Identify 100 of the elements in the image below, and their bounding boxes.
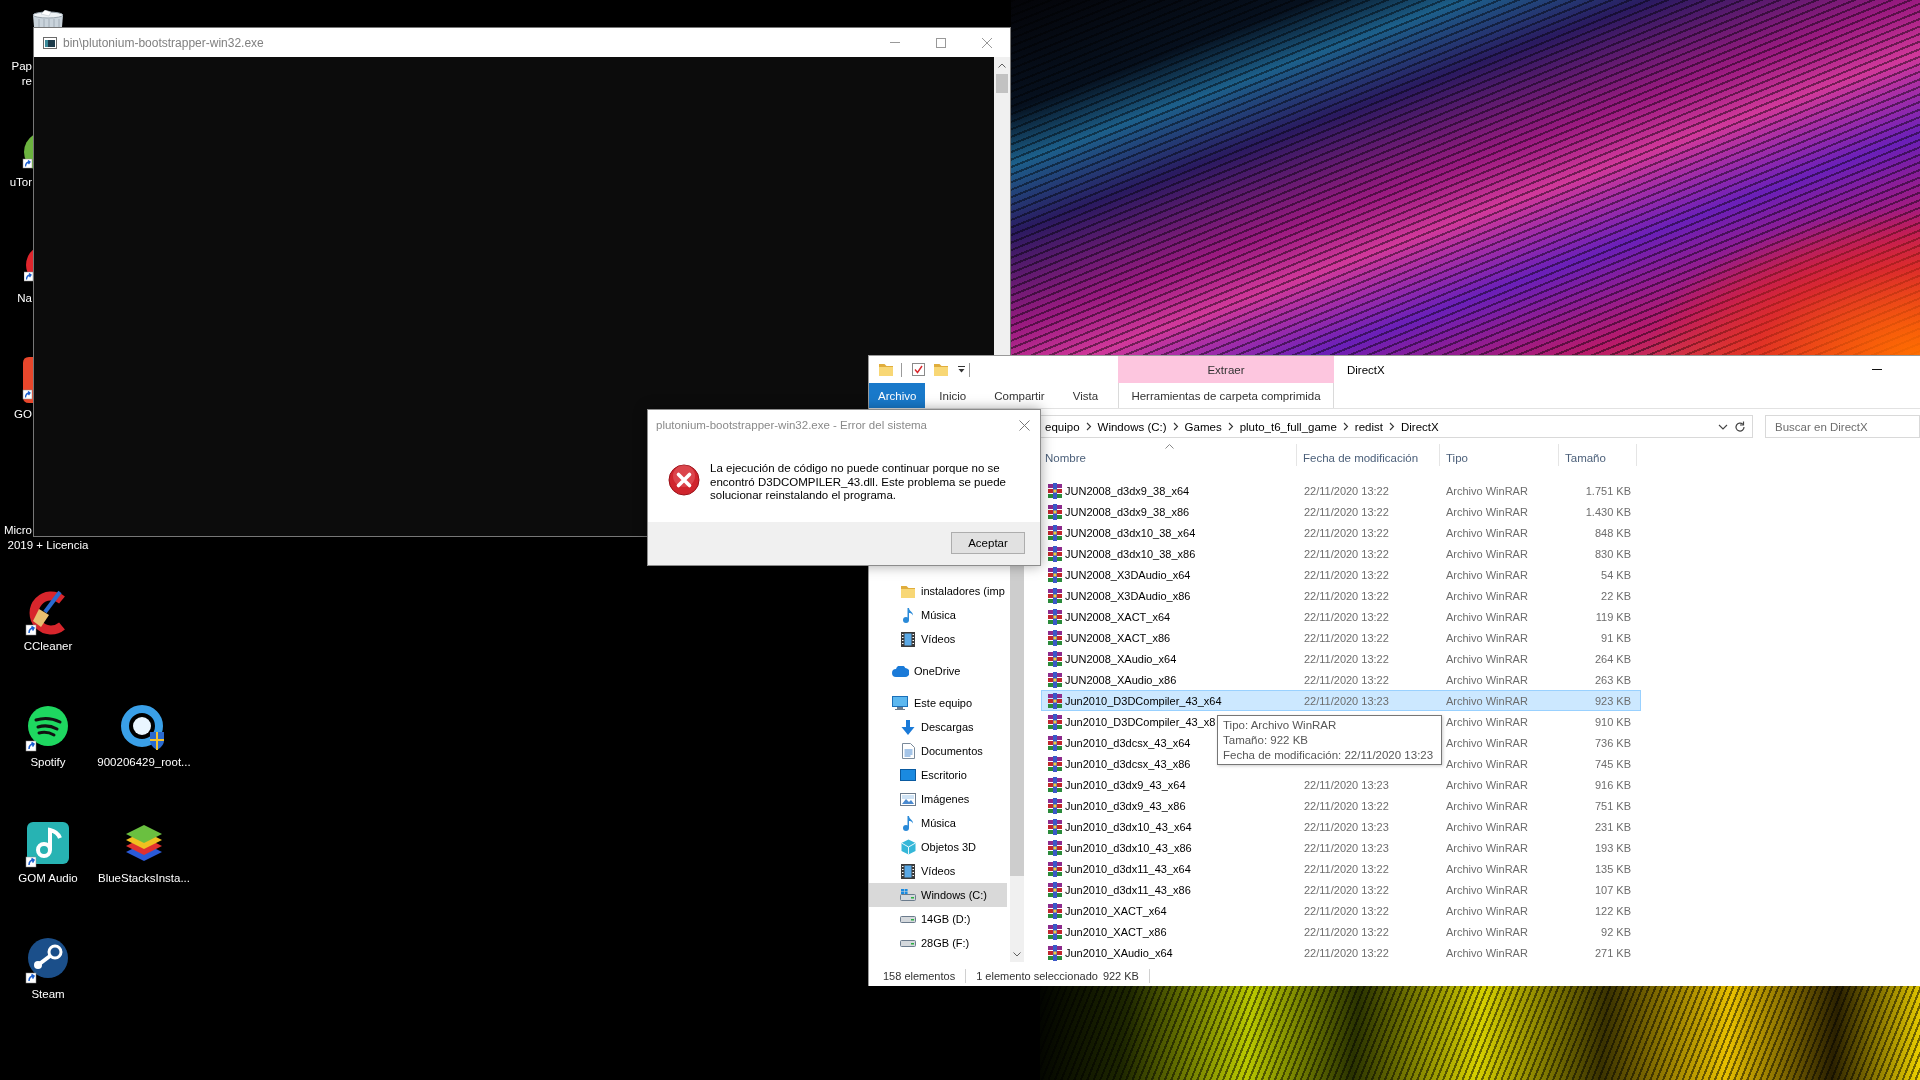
nav-item[interactable]: Escritorio [869, 763, 1007, 787]
file-name[interactable]: JUN2008_d3dx9_38_x86 [1065, 505, 1190, 518]
checklist-icon[interactable] [912, 363, 925, 376]
close-icon[interactable] [982, 37, 992, 48]
icon-label[interactable]: 900206429_root... [97, 756, 191, 768]
column-header[interactable]: Tamaño [1559, 444, 1637, 466]
icon-label[interactable]: Pap [11, 60, 32, 72]
file-name[interactable]: JUN2008_XAudio_x64 [1065, 652, 1177, 665]
nav-item[interactable]: Documentos [869, 739, 1007, 763]
file-name[interactable]: Jun2010_XAudio_x64 [1065, 946, 1173, 959]
column-header[interactable]: Tipo [1440, 444, 1559, 466]
icon-label[interactable]: Micro [3, 524, 32, 536]
breadcrumb[interactable]: DirectX [1396, 416, 1443, 437]
file-name[interactable]: Jun2010_d3dx10_43_x64 [1065, 820, 1192, 833]
chevron-down-icon[interactable] [1718, 423, 1728, 430]
file-name[interactable]: Jun2010_d3dx10_43_x86 [1065, 841, 1192, 854]
film-icon[interactable] [901, 631, 915, 647]
nav-item[interactable]: 14GB (D:) [869, 907, 1007, 931]
scrollbar-thumb[interactable] [996, 74, 1008, 93]
nav-item[interactable]: Vídeos [869, 859, 1007, 883]
vertical-scrollbar[interactable] [1010, 566, 1024, 962]
download-arrow-icon[interactable] [901, 719, 915, 735]
document-icon[interactable] [901, 743, 915, 759]
chevron-icon[interactable] [1172, 422, 1179, 431]
chevron-icon[interactable] [1227, 422, 1234, 431]
music-note-icon[interactable] [24, 820, 72, 868]
icon-label[interactable]: GO [14, 408, 32, 420]
file-name[interactable]: Jun2010_XACT_x64 [1065, 904, 1167, 917]
scrollbar-thumb[interactable] [1010, 566, 1024, 876]
ribbon-tab[interactable]: Vista [1058, 383, 1113, 408]
nav-item[interactable]: Música [869, 603, 1007, 627]
file-tab[interactable]: Archivo [869, 383, 926, 408]
search-field[interactable]: Buscar en DirectX [1765, 415, 1920, 438]
caret-icon[interactable] [958, 366, 965, 373]
vertical-scrollbar[interactable] [994, 57, 1010, 355]
app-icon[interactable] [22, 357, 33, 403]
nav-item[interactable]: Este equipo [869, 691, 1007, 715]
drive-icon[interactable] [900, 939, 916, 947]
file-name[interactable]: JUN2008_X3DAudio_x86 [1065, 589, 1191, 602]
file-name[interactable]: Jun2010_D3DCompiler_43_x64 [1065, 694, 1222, 707]
chevron-icon[interactable] [1388, 422, 1395, 431]
file-name[interactable]: Jun2010_d3dx11_43_x86 [1065, 883, 1191, 896]
file-name[interactable]: Jun2010_d3dcsx_43_x86 [1065, 757, 1191, 770]
nav-item[interactable]: Objetos 3D [869, 835, 1007, 859]
nav-item[interactable]: 28GB (F:) [869, 931, 1007, 955]
chevron-icon[interactable] [1085, 422, 1092, 431]
breadcrumb[interactable]: Windows (C:) [1093, 416, 1171, 437]
close-icon[interactable] [1019, 419, 1030, 431]
file-name[interactable]: Jun2010_d3dx11_43_x64 [1065, 862, 1191, 875]
column-header[interactable]: Fecha de modificación [1297, 444, 1440, 466]
icon-label[interactable]: BlueStacksInsta... [97, 872, 190, 884]
file-name[interactable]: JUN2008_d3dx10_38_x64 [1065, 526, 1196, 539]
icon-label[interactable]: Spotify [30, 756, 66, 768]
file-name[interactable]: JUN2008_X3DAudio_x64 [1065, 568, 1191, 581]
file-name[interactable]: JUN2008_d3dx10_38_x86 [1065, 547, 1196, 560]
nav-item[interactable]: Vídeos [869, 627, 1007, 651]
icon-label[interactable]: CCleaner [23, 640, 73, 652]
file-name[interactable]: Jun2010_XACT_x86 [1065, 925, 1167, 938]
scroll-up-icon[interactable] [998, 63, 1006, 68]
drive-icon[interactable] [900, 889, 916, 901]
computer-icon[interactable] [892, 696, 908, 710]
nav-item[interactable]: Imágenes [869, 787, 1007, 811]
nav-item[interactable]: OneDrive [869, 659, 1007, 683]
breadcrumb[interactable]: pluto_t6_full_game [1235, 416, 1341, 437]
icon-label[interactable]: Steam [31, 988, 65, 1000]
icon-label[interactable]: 2019 + Licencia [7, 539, 89, 551]
file-name[interactable]: Jun2010_d3dx9_43_x64 [1065, 778, 1186, 791]
icon-label[interactable]: Na [17, 292, 32, 304]
icon-label[interactable]: uTor [9, 176, 32, 188]
film-icon[interactable] [901, 863, 915, 879]
picture-icon[interactable] [900, 792, 916, 806]
address-bar[interactable]: equipo Windows (C:) Games pluto_t6_full_game redist DirectX [1041, 415, 1753, 438]
file-name[interactable]: JUN2008_XACT_x86 [1065, 631, 1171, 644]
nav-item[interactable]: Descargas [869, 715, 1007, 739]
breadcrumb[interactable]: Games [1180, 416, 1226, 437]
nav-item[interactable]: Música [869, 811, 1007, 835]
chevron-icon[interactable] [1342, 422, 1349, 431]
file-name[interactable]: JUN2008_XAudio_x86 [1065, 673, 1177, 686]
file-name[interactable]: JUN2008_XACT_x64 [1065, 610, 1171, 623]
selected-file-row[interactable]: Jun2010_D3DCompiler_43_x64 22/11/2020 13:23 Archivo WinRAR 923 KB [1041, 690, 1641, 711]
icon-label[interactable]: GOM Audio [18, 872, 78, 884]
breadcrumb[interactable]: redist [1350, 416, 1387, 437]
file-name[interactable]: JUN2008_d3dx9_38_x64 [1065, 484, 1190, 497]
drive-icon[interactable] [900, 915, 916, 923]
file-name[interactable]: Jun2010_d3dx9_43_x86 [1065, 799, 1186, 812]
nav-item[interactable]: Windows (C:) [869, 883, 1007, 907]
nav-item[interactable]: instaladores (imp [869, 579, 1007, 603]
ribbon-tab[interactable]: Compartir [980, 383, 1059, 408]
scroll-down-icon[interactable] [1013, 952, 1021, 957]
breadcrumb[interactable]: equipo [1041, 416, 1084, 437]
cloud-icon[interactable] [891, 665, 909, 677]
file-name[interactable]: Jun2010_D3DCompiler_43_x8 [1065, 715, 1216, 728]
refresh-icon[interactable] [1734, 420, 1746, 433]
icon-label[interactable]: re [21, 75, 32, 87]
ribbon-tab[interactable]: Inicio [925, 383, 981, 408]
ok-button[interactable]: Aceptar [951, 532, 1025, 554]
maximize-icon[interactable] [936, 37, 946, 48]
file-name[interactable]: Jun2010_d3dcsx_43_x64 [1065, 736, 1191, 749]
ribbon-tab[interactable]: Herramientas de carpeta comprimida [1118, 383, 1334, 408]
sort-caret-icon[interactable] [1164, 444, 1174, 449]
